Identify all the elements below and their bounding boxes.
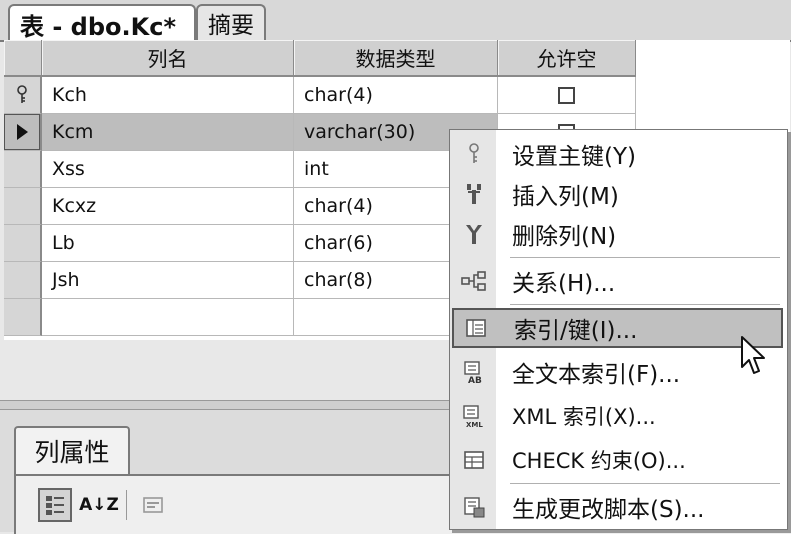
row-selector[interactable] bbox=[4, 188, 42, 225]
menu-separator bbox=[510, 257, 780, 258]
document-tab-strip: 表 - dbo.Kc* 摘要 bbox=[0, 0, 791, 42]
categorized-icon bbox=[46, 496, 64, 515]
row-selector[interactable] bbox=[4, 114, 42, 151]
relationships-icon bbox=[452, 271, 496, 291]
menu-item-xml-index[interactable]: XML XML 索引(X)... bbox=[452, 396, 783, 436]
xml-index-icon: XML bbox=[452, 404, 496, 428]
alphabetical-sort-button[interactable]: A↓Z bbox=[79, 488, 119, 522]
tab-table-label: 表 - dbo.Kc* bbox=[20, 12, 177, 41]
column-name-cell[interactable]: Jsh bbox=[42, 262, 294, 299]
primary-key-icon bbox=[17, 85, 27, 103]
svg-text:AB: AB bbox=[468, 376, 482, 384]
menu-item-delete-column[interactable]: 删除列(N) bbox=[452, 214, 783, 254]
menu-item-label: 全文本索引(F)... bbox=[512, 362, 681, 388]
delete-column-icon bbox=[452, 222, 496, 246]
header-data-type[interactable]: 数据类型 bbox=[294, 40, 498, 77]
insert-column-icon bbox=[452, 182, 496, 206]
menu-item-insert-column[interactable]: 插入列(M) bbox=[452, 174, 783, 214]
row-selector[interactable] bbox=[4, 299, 42, 336]
menu-item-label: XML 索引(X)... bbox=[512, 405, 656, 429]
row-selector[interactable] bbox=[4, 77, 42, 114]
header-column-name[interactable]: 列名 bbox=[42, 40, 294, 77]
generate-script-icon bbox=[452, 495, 496, 519]
tab-column-properties[interactable]: 列属性 bbox=[14, 426, 130, 474]
tab-table-dbo-kc[interactable]: 表 - dbo.Kc* bbox=[8, 4, 196, 42]
column-name-cell[interactable]: Kch bbox=[42, 77, 294, 114]
menu-separator bbox=[510, 483, 780, 484]
menu-item-label: CHECK 约束(O)... bbox=[512, 449, 686, 473]
column-name-cell[interactable]: Kcm bbox=[42, 114, 294, 151]
property-pages-button[interactable] bbox=[136, 488, 170, 522]
menu-item-label: 生成更改脚本(S)... bbox=[512, 497, 705, 523]
column-name-cell[interactable]: Lb bbox=[42, 225, 294, 262]
key-icon bbox=[452, 143, 496, 165]
toolbar-separator bbox=[126, 490, 127, 520]
sort-az-icon: A↓Z bbox=[79, 495, 119, 515]
fulltext-index-icon: AB bbox=[452, 360, 496, 384]
column-name-cell[interactable]: Kcxz bbox=[42, 188, 294, 225]
categorized-view-button[interactable] bbox=[38, 488, 72, 522]
tab-summary-label: 摘要 bbox=[208, 13, 254, 39]
allow-nulls-cell[interactable] bbox=[498, 77, 636, 114]
tab-column-properties-label: 列属性 bbox=[34, 438, 110, 467]
menu-item-label: 索引/键(I)... bbox=[514, 318, 638, 344]
mouse-pointer-icon bbox=[741, 336, 765, 374]
row-selector[interactable] bbox=[4, 262, 42, 299]
header-row-selector bbox=[4, 40, 42, 77]
menu-item-label: 插入列(M) bbox=[512, 184, 619, 210]
menu-separator bbox=[510, 304, 780, 305]
menu-item-set-primary-key[interactable]: 设置主键(Y) bbox=[452, 134, 783, 174]
column-name-cell[interactable] bbox=[42, 299, 294, 336]
row-selector[interactable] bbox=[4, 151, 42, 188]
row-selector[interactable] bbox=[4, 225, 42, 262]
svg-text:XML: XML bbox=[466, 421, 483, 428]
tab-summary[interactable]: 摘要 bbox=[196, 4, 266, 40]
table-row[interactable]: Kch char(4) bbox=[4, 77, 790, 114]
menu-item-label: 关系(H)... bbox=[512, 271, 616, 297]
check-constraint-icon bbox=[452, 450, 496, 470]
context-menu: 设置主键(Y) 插入列(M) 删除列(N) 关系(H)... 索引/键(I)..… bbox=[449, 129, 788, 530]
menu-item-label: 设置主键(Y) bbox=[512, 144, 636, 170]
menu-item-label: 删除列(N) bbox=[512, 224, 617, 250]
property-pages-icon bbox=[143, 497, 163, 513]
grid-header-row: 列名 数据类型 允许空 bbox=[4, 40, 790, 77]
current-row-arrow-icon bbox=[16, 124, 28, 140]
menu-item-generate-change-script[interactable]: 生成更改脚本(S)... bbox=[452, 487, 783, 527]
column-name-cell[interactable]: Xss bbox=[42, 151, 294, 188]
indexes-keys-icon bbox=[454, 318, 498, 338]
menu-item-indexes-keys[interactable]: 索引/键(I)... bbox=[452, 308, 783, 348]
allow-nulls-checkbox[interactable] bbox=[558, 86, 575, 104]
header-allow-nulls[interactable]: 允许空 bbox=[498, 40, 636, 77]
menu-item-relationships[interactable]: 关系(H)... bbox=[452, 261, 783, 301]
data-type-cell[interactable]: char(4) bbox=[294, 77, 498, 114]
menu-item-check-constraints[interactable]: CHECK 约束(O)... bbox=[452, 440, 783, 480]
menu-item-fulltext-index[interactable]: AB 全文本索引(F)... bbox=[452, 352, 783, 392]
